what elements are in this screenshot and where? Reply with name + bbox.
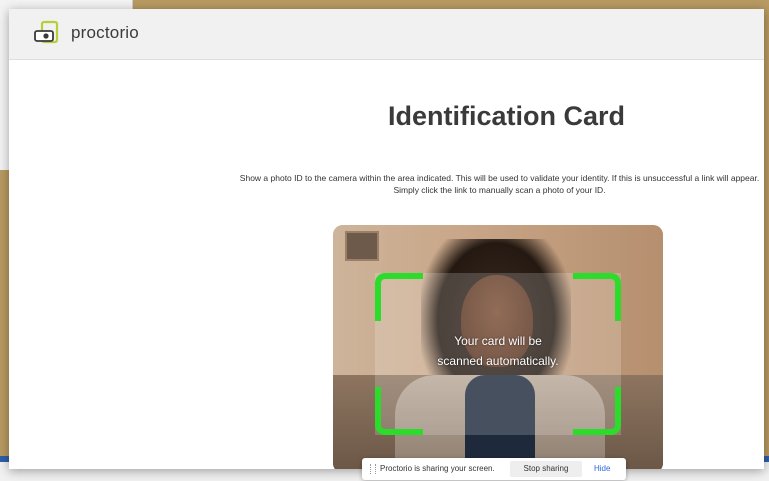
proctorio-window: proctorio Identification Card Show a pho… [9,9,764,469]
instructions-text: Show a photo ID to the camera within the… [239,173,760,195]
screen-share-bar: Proctorio is sharing your screen. Stop s… [362,458,626,480]
scan-message-line1: Your card will be [454,334,542,348]
hide-button[interactable]: Hide [594,464,610,473]
drag-handle-icon[interactable] [370,464,376,474]
camera-preview: Your card will be scanned automatically. [333,225,663,469]
scan-corner-top-right [573,273,621,321]
camera-wall-picture [345,231,379,261]
header-bar: proctorio [9,9,764,60]
scan-message-line2: scanned automatically. [437,354,559,368]
scan-message: Your card will be scanned automatically. [375,331,621,371]
stop-sharing-button[interactable]: Stop sharing [510,461,582,477]
id-scan-area: Your card will be scanned automatically. [375,273,621,435]
scan-corner-bottom-left [375,387,423,435]
scan-corner-top-left [375,273,423,321]
screen-share-message: Proctorio is sharing your screen. [380,464,495,473]
page-title: Identification Card [387,101,625,131]
scan-corner-bottom-right [573,387,621,435]
proctorio-logo-icon [34,20,59,44]
brand-name: proctorio [71,23,139,42]
